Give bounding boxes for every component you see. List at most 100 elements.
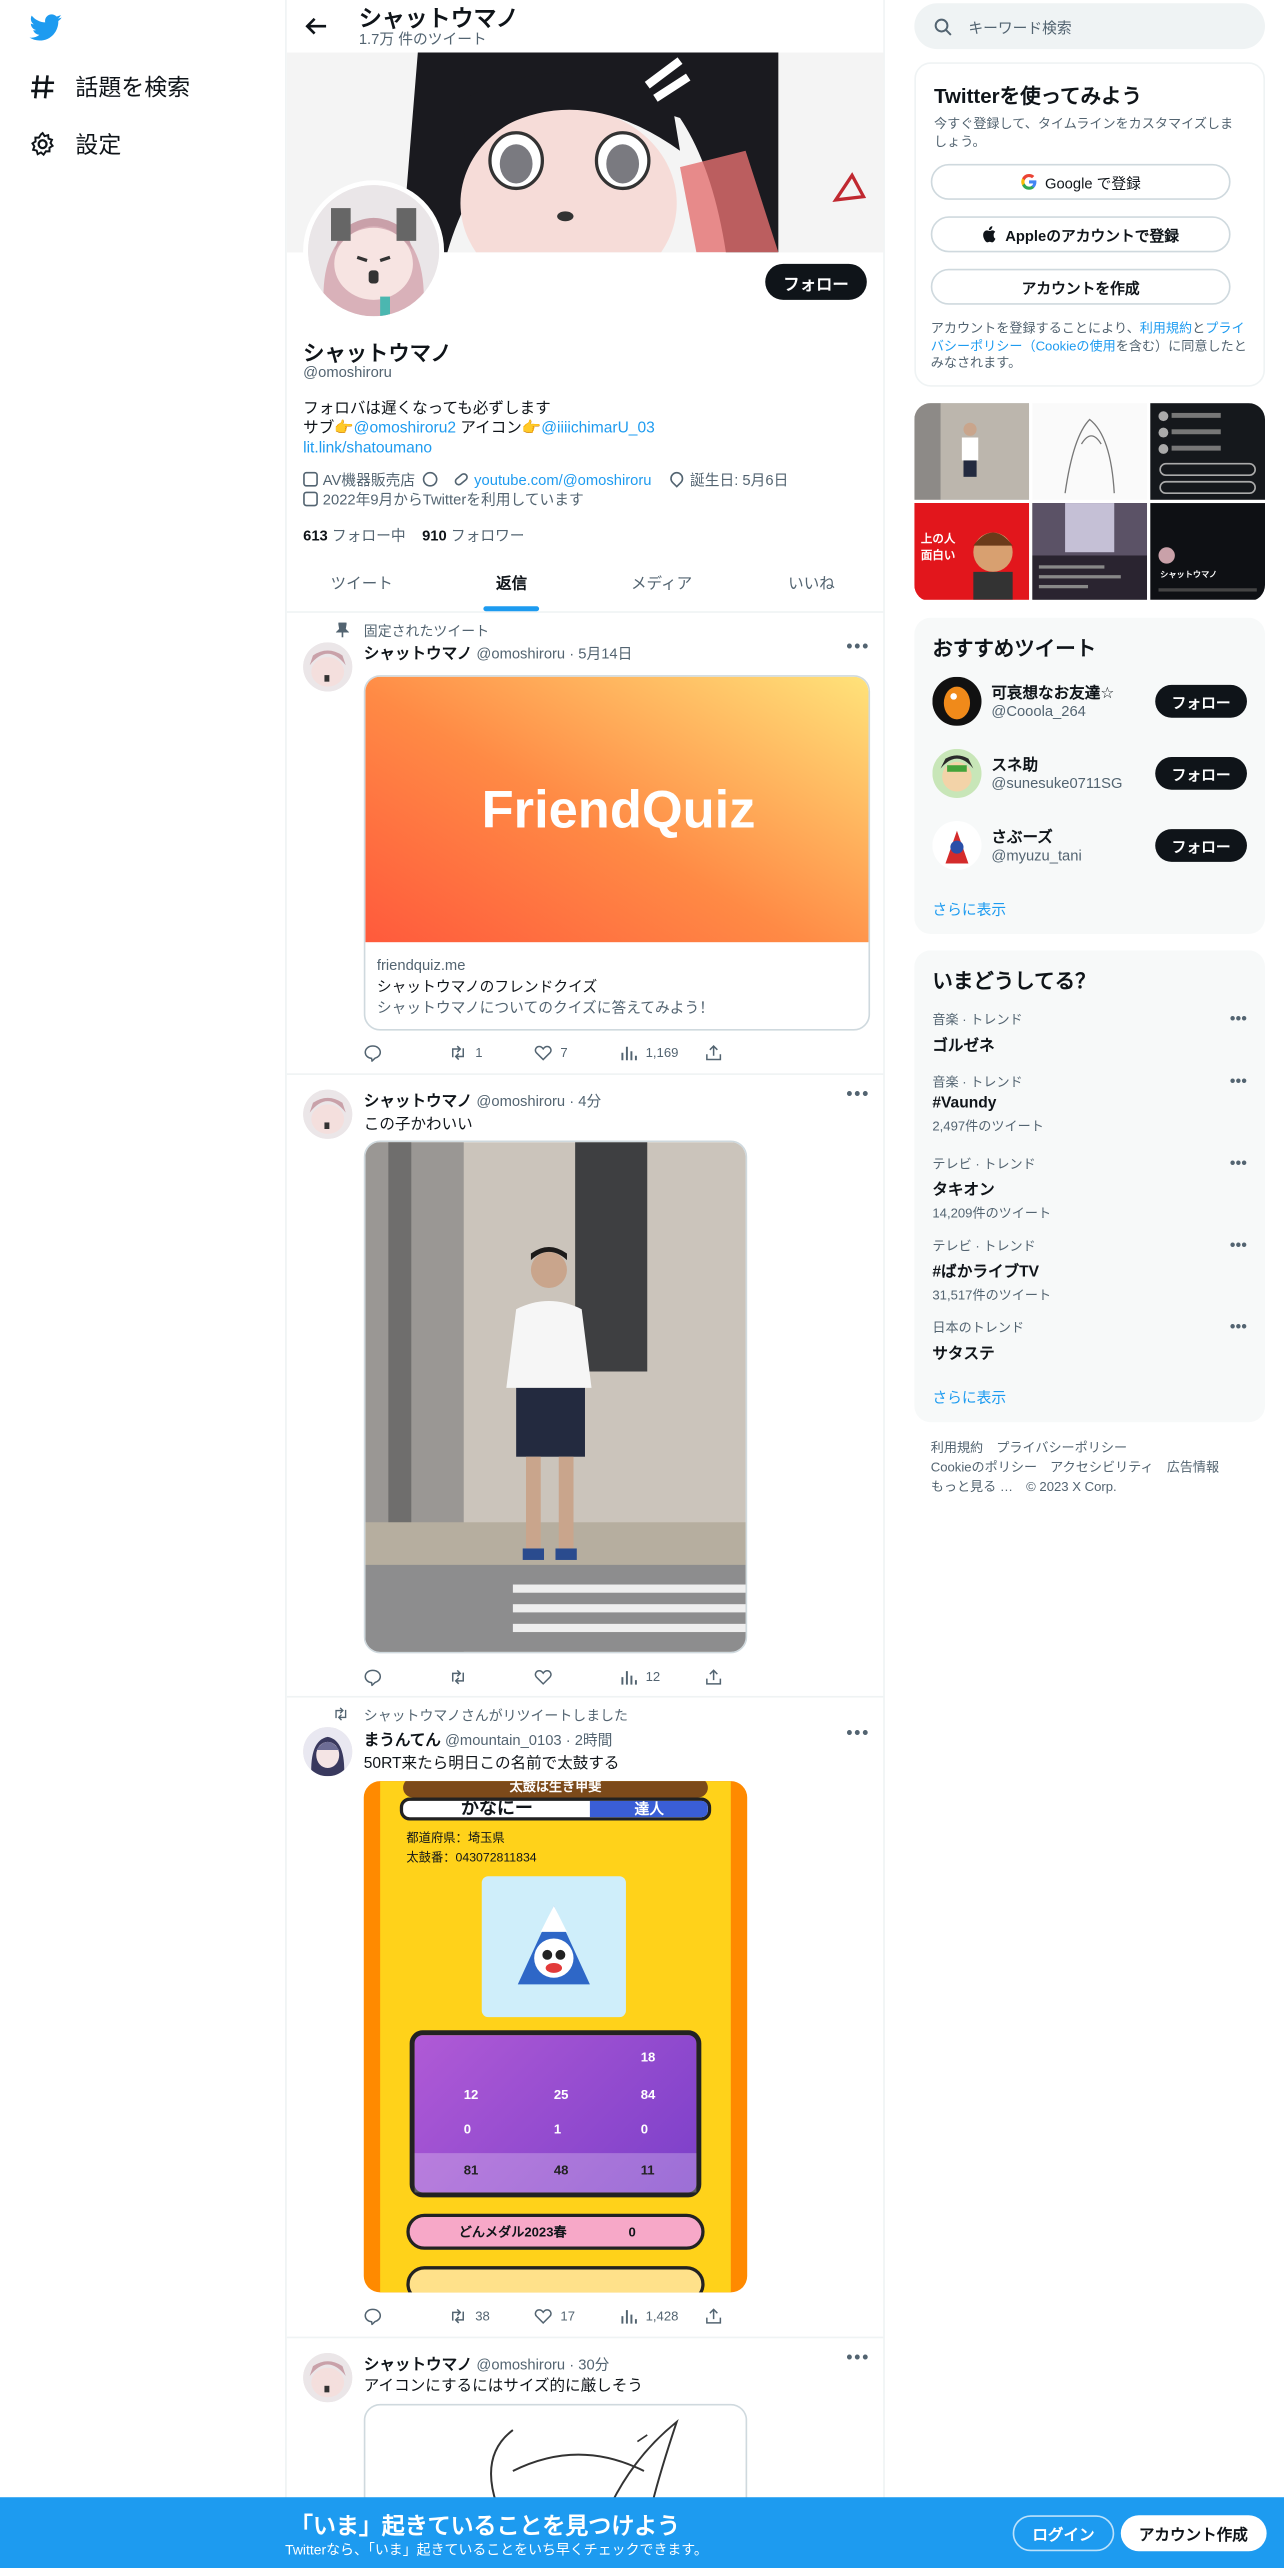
login-button[interactable]: ログイン [1012, 2515, 1115, 2552]
views-button[interactable]: 1,428 [619, 2307, 704, 2325]
like-button[interactable] [534, 1668, 619, 1686]
trend-item[interactable]: 音楽 · トレンド #Vaundy 2,497件のツイート ••• [932, 1073, 1247, 1135]
footer-line[interactable]: 利用規約 プライバシーポリシー [931, 1439, 1219, 1459]
terms-link[interactable]: 利用規約 [1140, 321, 1192, 336]
avatar[interactable] [303, 1089, 353, 1139]
profile-website[interactable]: youtube.com/@omoshiroru [474, 472, 651, 488]
trends-show-more-link[interactable]: さらに表示 [932, 1386, 1006, 1407]
bio-link[interactable]: lit.link/shatoumano [303, 439, 432, 457]
footer-line[interactable]: もっと見る … © 2023 X Corp. [931, 1478, 1219, 1498]
rec-follow-button[interactable]: フォロー [1155, 829, 1247, 862]
hashtag-icon [31, 75, 55, 99]
profile-avatar[interactable] [303, 180, 445, 322]
retweet-button[interactable]: 38 [449, 2307, 534, 2325]
retweet-count: 1 [475, 1045, 483, 1061]
avatar[interactable] [932, 748, 982, 798]
tweet-handle-time[interactable]: @omoshiroru · 5月14日 [476, 646, 632, 662]
trend-more-icon[interactable]: ••• [1230, 1237, 1247, 1255]
media-thumb[interactable] [1032, 403, 1148, 500]
avatar[interactable] [932, 676, 982, 726]
search-input[interactable]: キーワード検索 [914, 3, 1265, 50]
tweet-author[interactable]: まうんてん [364, 1732, 441, 1750]
nav-settings[interactable]: 設定 [29, 125, 121, 164]
media-thumb[interactable] [1150, 403, 1265, 500]
share-button[interactable] [705, 1668, 790, 1686]
signup-box: Twitterを使ってみよう 今すぐ登録して、タイムラインをカスタマイズしましょ… [914, 62, 1265, 387]
tab-media[interactable]: メディア [587, 560, 737, 611]
media-thumb[interactable]: 上の人 面白い [914, 503, 1030, 600]
tweet-author[interactable]: シャットウマノ [364, 646, 473, 664]
trend-item[interactable]: 日本のトレンド サタステ ••• [932, 1319, 1247, 1363]
create-account-button[interactable]: アカウントを作成 [930, 268, 1231, 305]
tab-likes[interactable]: いいね [737, 560, 884, 611]
twitter-logo-icon[interactable] [29, 13, 62, 42]
trend-item[interactable]: 音楽 · トレンド ゴルゼネ ••• [932, 1011, 1247, 1055]
retweet-icon [451, 2308, 464, 2324]
media-thumb[interactable]: シャットウマノ [1150, 503, 1265, 600]
more-icon[interactable]: ••• [846, 637, 870, 657]
rec-user[interactable]: 可哀想なお友達☆ @Cooola_264 フォロー [932, 676, 1247, 726]
tweet[interactable]: シャットウマノ @omoshiroru · 4分 ••• この子かわいい 12 [286, 1075, 884, 1698]
avatar[interactable] [303, 1727, 353, 1777]
tab-replies[interactable]: 返信 [437, 560, 587, 612]
tweet-handle-time[interactable]: @mountain_0103 · 2時間 [445, 1732, 612, 1748]
apple-signup-button[interactable]: Appleのアカウントで登録 [930, 216, 1231, 253]
reply-button[interactable] [364, 2307, 449, 2326]
back-arrow-icon[interactable] [303, 13, 329, 39]
more-icon[interactable]: ••• [846, 2348, 870, 2368]
tweet-photo[interactable] [363, 1140, 748, 1654]
followers-link[interactable]: 910 フォロワー [422, 528, 525, 544]
more-icon[interactable]: ••• [846, 1724, 870, 1744]
trend-more-icon[interactable]: ••• [1230, 1319, 1247, 1337]
tweet-author[interactable]: シャットウマノ [364, 2356, 473, 2374]
tweet-photo[interactable]: 太鼓は生き甲斐 かなにー 達人 都道府県：埼玉県 太鼓番：04307281183… [363, 1781, 748, 2293]
bio-icon-link[interactable]: @iiiichimarU_03 [541, 419, 655, 437]
following-link[interactable]: 613 フォロー中 [303, 528, 406, 544]
retweet-button[interactable]: 1 [449, 1044, 534, 1062]
nav-explore[interactable]: 話題を検索 [29, 67, 190, 106]
rec-follow-button[interactable]: フォロー [1155, 757, 1247, 790]
like-button[interactable]: 17 [534, 2307, 619, 2325]
game-stat: 1 [553, 2121, 562, 2137]
trend-more-icon[interactable]: ••• [1230, 1155, 1247, 1173]
avatar[interactable] [303, 2353, 353, 2403]
bio-sub-link[interactable]: @omoshiroru2 [354, 419, 456, 437]
tweet-handle-time[interactable]: @omoshiroru · 30分 [476, 2356, 609, 2372]
info-icon[interactable] [422, 471, 438, 487]
rec-user[interactable]: さぶーズ @myuzu_tani フォロー [932, 820, 1247, 871]
trend-item[interactable]: テレビ · トレンド #ばかライブTV 31,517件のツイート ••• [932, 1237, 1247, 1304]
share-button[interactable] [705, 1044, 790, 1062]
terms-prefix: アカウントを登録することにより、 [930, 321, 1140, 336]
signup-button[interactable]: アカウント作成 [1120, 2515, 1266, 2552]
rec-show-more-link[interactable]: さらに表示 [932, 898, 1006, 919]
tweet-author[interactable]: シャットウマノ [364, 1093, 473, 1111]
views-button[interactable]: 12 [619, 1668, 704, 1686]
reply-button[interactable] [364, 1668, 449, 1687]
more-icon[interactable]: ••• [846, 1085, 870, 1105]
profile-category: AV機器販売店 [322, 471, 416, 489]
tab-tweets[interactable]: ツイート [287, 560, 437, 611]
trend-more-icon[interactable]: ••• [1230, 1073, 1247, 1091]
link-card[interactable]: FriendQuiz friendquiz.me シャットウマノのフレンドクイズ… [363, 675, 871, 1031]
media-thumb[interactable] [1032, 503, 1148, 600]
rec-follow-button[interactable]: フォロー [1155, 684, 1247, 718]
views-button[interactable]: 1,169 [619, 1044, 704, 1062]
game-stat: 11 [640, 2162, 655, 2178]
tweet-context: 固定されたツイート [363, 622, 490, 640]
share-button[interactable] [705, 2307, 790, 2325]
reply-button[interactable] [364, 1044, 449, 1062]
google-signup-button[interactable]: Google で登録 [930, 163, 1231, 200]
trend-more-icon[interactable]: ••• [1230, 1011, 1247, 1029]
tweet-retweeted[interactable]: シャットウマノさんがリツイートしました まうんてん @mountain_0103… [286, 1698, 884, 2339]
avatar[interactable] [932, 820, 982, 871]
rec-user[interactable]: スネ助 @sunesuke0711SG フォロー [932, 748, 1247, 798]
like-button[interactable]: 7 [534, 1044, 619, 1062]
avatar[interactable] [303, 642, 353, 692]
trend-item[interactable]: テレビ · トレンド タキオン 14,209件のツイート ••• [932, 1155, 1247, 1222]
tweet-pinned[interactable]: 固定されたツイート シャットウマノ @omoshiroru · 5月14日 ••… [286, 614, 884, 1075]
retweet-button[interactable] [449, 1668, 534, 1686]
tweet-handle-time[interactable]: @omoshiroru · 4分 [476, 1093, 601, 1109]
follow-button[interactable]: フォロー [765, 263, 867, 300]
footer-line[interactable]: Cookieのポリシー アクセシビリティ 広告情報 [931, 1458, 1219, 1478]
media-thumb[interactable] [914, 403, 1030, 500]
